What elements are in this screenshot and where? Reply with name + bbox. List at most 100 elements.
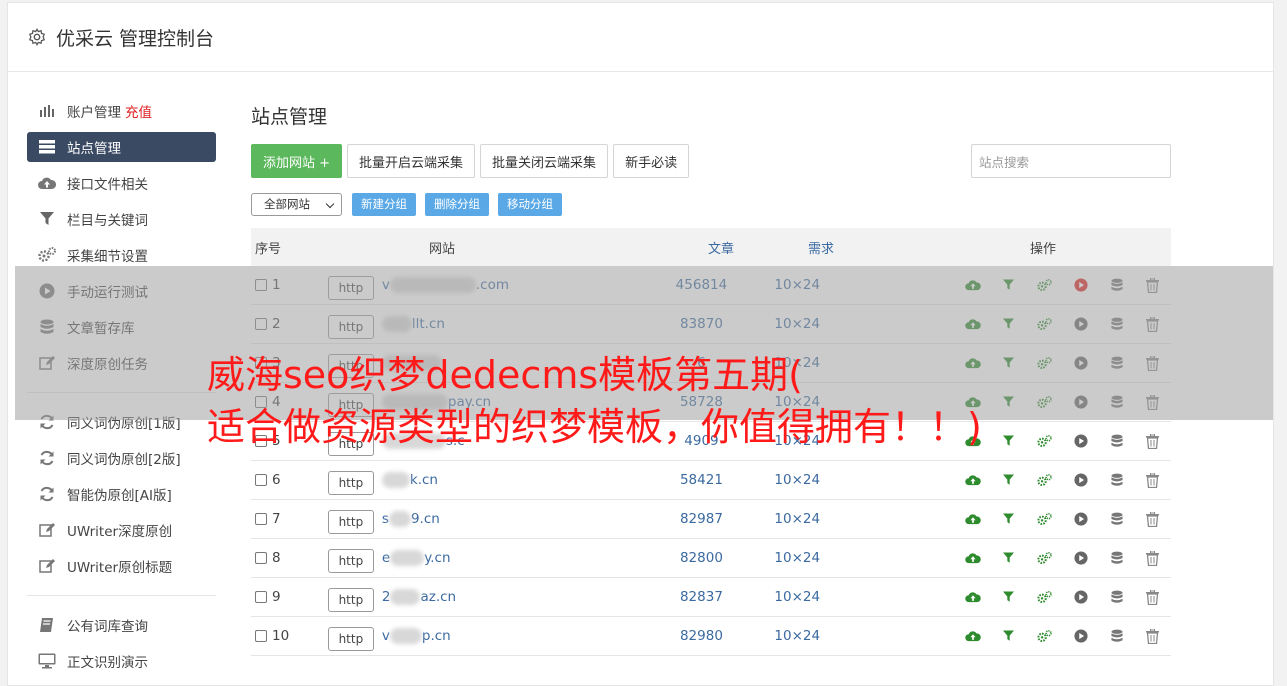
move-group-button[interactable]: 移动分组 bbox=[498, 192, 562, 216]
add-site-button[interactable]: 添加网站 + bbox=[251, 144, 343, 178]
domain-suffix: 9.cn bbox=[410, 511, 440, 527]
protocol-badge: http bbox=[327, 510, 374, 534]
article-count[interactable]: 82987 bbox=[657, 511, 745, 527]
need-value[interactable]: 10×24 bbox=[746, 472, 849, 488]
sidebar-item-book-0[interactable]: 公有词库查询 bbox=[27, 610, 216, 640]
domain-suffix: az.cn bbox=[420, 589, 457, 605]
play-circle-icon[interactable] bbox=[1063, 551, 1099, 565]
ops-cell bbox=[849, 550, 1171, 566]
gears-icon bbox=[38, 247, 56, 263]
cloud-upload-icon[interactable] bbox=[955, 591, 991, 603]
database-icon[interactable] bbox=[1099, 473, 1135, 487]
play-circle-icon[interactable] bbox=[1063, 473, 1099, 487]
page-title: 站点管理 bbox=[251, 106, 328, 128]
header-need: 需求 bbox=[807, 241, 834, 257]
filter-icon[interactable] bbox=[991, 591, 1027, 603]
protocol-badge: http bbox=[327, 588, 374, 612]
batch-close-button[interactable]: 批量关闭云端采集 bbox=[480, 144, 609, 178]
gears-icon[interactable] bbox=[1027, 512, 1063, 526]
trash-icon[interactable] bbox=[1135, 550, 1171, 566]
new-group-button[interactable]: 新建分组 bbox=[352, 192, 416, 216]
gears-icon[interactable] bbox=[1027, 434, 1063, 448]
group-select[interactable]: 全部网站 bbox=[251, 192, 342, 216]
gears-icon[interactable] bbox=[1027, 473, 1063, 487]
trash-icon[interactable] bbox=[1135, 433, 1171, 449]
guide-button[interactable]: 新手必读 bbox=[613, 144, 690, 178]
article-count[interactable]: 82800 bbox=[657, 550, 745, 566]
site-domain[interactable]: k.cn bbox=[381, 472, 438, 488]
database-icon[interactable] bbox=[1099, 590, 1135, 604]
cloud-upload-icon[interactable] bbox=[955, 630, 991, 642]
play-circle-icon[interactable] bbox=[1063, 512, 1099, 526]
database-icon[interactable] bbox=[1099, 629, 1135, 643]
protocol-badge: http bbox=[327, 549, 374, 573]
gears-icon[interactable] bbox=[1027, 629, 1063, 643]
sidebar-item-label: UWriter深度原创 bbox=[67, 524, 173, 540]
row-checkbox[interactable] bbox=[255, 474, 267, 486]
row-checkbox[interactable] bbox=[255, 513, 267, 525]
site-domain[interactable]: e y.cn bbox=[382, 550, 451, 566]
need-value[interactable]: 10×24 bbox=[746, 511, 849, 527]
batch-open-button[interactable]: 批量开启云端采集 bbox=[347, 144, 476, 178]
gears-icon[interactable] bbox=[1027, 590, 1063, 604]
article-count[interactable]: 58421 bbox=[657, 472, 745, 488]
cloud-upload-icon[interactable] bbox=[955, 513, 991, 525]
sidebar-item-filter-3[interactable]: 栏目与关键词 bbox=[27, 204, 216, 234]
ops-cell bbox=[849, 589, 1171, 605]
row-checkbox[interactable] bbox=[255, 630, 267, 642]
domain-prefix: v bbox=[381, 628, 390, 644]
recharge-link[interactable]: 充值 bbox=[125, 101, 152, 121]
need-value[interactable]: 10×24 bbox=[746, 550, 849, 566]
article-count[interactable]: 82837 bbox=[657, 589, 745, 605]
row-checkbox[interactable] bbox=[255, 552, 267, 564]
play-circle-icon[interactable] bbox=[1063, 590, 1099, 604]
sidebar-item-refresh-2[interactable]: 智能伪原创[AI版] bbox=[27, 479, 216, 509]
database-icon[interactable] bbox=[1099, 551, 1135, 565]
filter-icon[interactable] bbox=[991, 630, 1027, 642]
play-circle-icon[interactable] bbox=[1063, 629, 1099, 643]
trash-icon[interactable] bbox=[1135, 472, 1171, 488]
table-row: 6 http k.cn 58421 10×24 bbox=[251, 461, 1171, 500]
trash-icon[interactable] bbox=[1135, 589, 1171, 605]
trash-icon[interactable] bbox=[1135, 511, 1171, 527]
header-articles: 文章 bbox=[707, 241, 734, 257]
table-row: 10 http v p.cn 82980 10×24 bbox=[251, 617, 1171, 656]
sidebar-item-monitor-1[interactable]: 正文识别演示 bbox=[27, 646, 216, 676]
row-number-cell: 6 bbox=[251, 472, 326, 488]
cloud-upload-icon[interactable] bbox=[955, 474, 991, 486]
need-value[interactable]: 10×24 bbox=[746, 628, 849, 644]
site-cell: http e y.cn bbox=[326, 543, 657, 573]
site-domain[interactable]: v p.cn bbox=[382, 628, 451, 644]
refresh-icon bbox=[38, 486, 56, 502]
database-icon[interactable] bbox=[1099, 512, 1135, 526]
gear-icon bbox=[28, 28, 46, 46]
gears-icon[interactable] bbox=[1027, 551, 1063, 565]
monitor-icon bbox=[38, 653, 56, 669]
row-checkbox[interactable] bbox=[255, 591, 267, 603]
delete-group-button[interactable]: 删除分组 bbox=[425, 192, 489, 216]
filter-icon[interactable] bbox=[991, 513, 1027, 525]
filter-icon[interactable] bbox=[991, 552, 1027, 564]
play-circle-icon[interactable] bbox=[1063, 434, 1099, 448]
cloud-upload-icon[interactable] bbox=[955, 552, 991, 564]
edit-icon bbox=[38, 522, 56, 538]
sidebar-item-bar-chart-0[interactable]: 账户管理 充值 bbox=[27, 96, 216, 126]
sidebar-item-label: 智能伪原创[AI版] bbox=[67, 488, 172, 504]
cloud-upload-icon bbox=[38, 175, 56, 191]
sidebar-item-server-list-1[interactable]: 站点管理 bbox=[27, 132, 216, 162]
article-count[interactable]: 82980 bbox=[657, 628, 745, 644]
site-domain[interactable]: 2 az.cn bbox=[382, 589, 456, 605]
sidebar-item-edit-3[interactable]: UWriter深度原创 bbox=[27, 515, 216, 545]
sidebar-item-refresh-1[interactable]: 同义词伪原创[2版] bbox=[27, 443, 216, 473]
trash-icon[interactable] bbox=[1135, 628, 1171, 644]
sidebar-item-cloud-upload-2[interactable]: 接口文件相关 bbox=[27, 168, 216, 198]
need-value[interactable]: 10×24 bbox=[746, 589, 849, 605]
bar-chart-icon bbox=[38, 103, 56, 119]
filter-icon[interactable] bbox=[991, 435, 1027, 447]
database-icon[interactable] bbox=[1099, 434, 1135, 448]
sidebar-item-edit-4[interactable]: UWriter原创标题 bbox=[27, 551, 216, 581]
site-search-input[interactable]: 站点搜索 bbox=[971, 144, 1171, 178]
filter-icon[interactable] bbox=[991, 474, 1027, 486]
site-domain[interactable]: s 9.cn bbox=[382, 511, 440, 527]
domain-prefix: e bbox=[381, 550, 391, 566]
